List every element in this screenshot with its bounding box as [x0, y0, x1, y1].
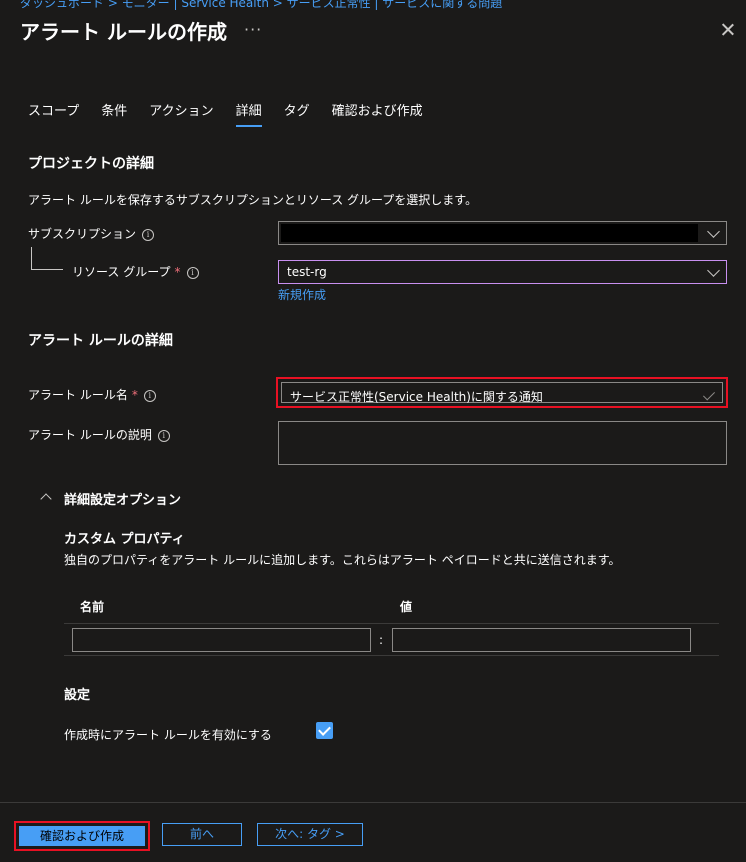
required-mark: * — [131, 388, 138, 402]
enable-on-create-label: 作成時にアラート ルールを有効にする — [64, 728, 272, 742]
alert-rule-description-label-text: アラート ルールの説明 — [28, 428, 152, 442]
alert-rule-name-value: サービス正常性(Service Health)に関する通知 — [290, 390, 543, 404]
alert-rule-name-label-text: アラート ルール名 — [28, 388, 128, 402]
page-title: アラート ルールの作成 — [20, 20, 227, 44]
subscription-dropdown[interactable] — [278, 221, 727, 245]
previous-button[interactable]: 前へ — [162, 823, 242, 846]
more-options-icon[interactable]: ··· — [244, 20, 262, 39]
tree-connector-vertical — [31, 247, 32, 269]
info-icon[interactable]: i — [157, 429, 170, 442]
checkmark-icon — [702, 388, 716, 401]
tab-condition[interactable]: 条件 — [101, 100, 127, 127]
custom-property-name-input[interactable] — [72, 628, 371, 652]
custom-property-value-input[interactable] — [392, 628, 691, 652]
tab-scope[interactable]: スコープ — [28, 100, 79, 127]
table-divider — [64, 623, 719, 624]
breadcrumb[interactable]: ダッシュボード > モニター | Service Health > サービス正常… — [20, 0, 502, 11]
tab-review-create[interactable]: 確認および作成 — [332, 100, 423, 127]
column-header-name: 名前 — [80, 600, 105, 614]
column-header-value: 値 — [400, 600, 413, 614]
custom-properties-heading: カスタム プロパティ — [64, 532, 185, 547]
tab-actions[interactable]: アクション — [149, 100, 213, 127]
custom-properties-description: 独自のプロパティをアラート ルールに追加します。これらはアラート ペイロードと共… — [64, 553, 621, 567]
resource-group-label: リソース グループ * i — [72, 263, 199, 280]
close-icon[interactable] — [718, 20, 738, 40]
alert-rule-name-highlight: サービス正常性(Service Health)に関する通知 — [276, 377, 728, 408]
subscription-label-text: サブスクリプション — [28, 227, 137, 241]
tree-connector-horizontal — [31, 269, 63, 270]
advanced-options-toggle[interactable]: 詳細設定オプション — [64, 489, 181, 508]
info-icon[interactable]: i — [142, 228, 155, 241]
review-create-button[interactable]: 確認および作成 — [19, 826, 145, 846]
required-mark: * — [174, 265, 181, 279]
alert-rule-name-label: アラート ルール名 * i — [28, 386, 156, 403]
info-icon[interactable]: i — [186, 266, 199, 279]
subscription-label: サブスクリプション i — [28, 225, 155, 242]
subscription-value-redacted — [281, 224, 698, 242]
tab-details[interactable]: 詳細 — [235, 100, 262, 127]
review-create-highlight: 確認および作成 — [14, 821, 150, 851]
chevron-down-icon — [707, 264, 720, 277]
chevron-down-icon — [707, 225, 720, 238]
resource-group-label-text: リソース グループ — [72, 265, 171, 279]
alert-rule-name-input[interactable]: サービス正常性(Service Health)に関する通知 — [281, 382, 723, 404]
enable-on-create-checkbox[interactable] — [316, 722, 333, 739]
chevron-up-icon[interactable] — [40, 493, 52, 505]
alert-rule-description-input[interactable] — [278, 421, 727, 465]
info-icon[interactable]: i — [143, 389, 156, 402]
alert-rule-details-heading: アラート ルールの詳細 — [28, 333, 173, 349]
tab-tags[interactable]: タグ — [284, 100, 310, 127]
resource-group-value: test-rg — [287, 265, 327, 279]
name-value-separator: : — [379, 633, 384, 647]
tab-bar: スコープ 条件 アクション 詳細 タグ 確認および作成 — [28, 100, 445, 127]
table-divider — [64, 655, 719, 656]
resource-group-dropdown[interactable]: test-rg — [278, 260, 727, 284]
project-details-description: アラート ルールを保存するサブスクリプションとリソース グループを選択します。 — [28, 193, 478, 207]
project-details-heading: プロジェクトの詳細 — [28, 156, 154, 172]
next-tags-button[interactable]: 次へ: タグ > — [257, 823, 363, 846]
alert-rule-description-label: アラート ルールの説明 i — [28, 426, 170, 443]
create-new-resource-group-link[interactable]: 新規作成 — [278, 286, 326, 303]
settings-heading: 設定 — [64, 688, 91, 703]
footer-divider — [0, 802, 746, 803]
